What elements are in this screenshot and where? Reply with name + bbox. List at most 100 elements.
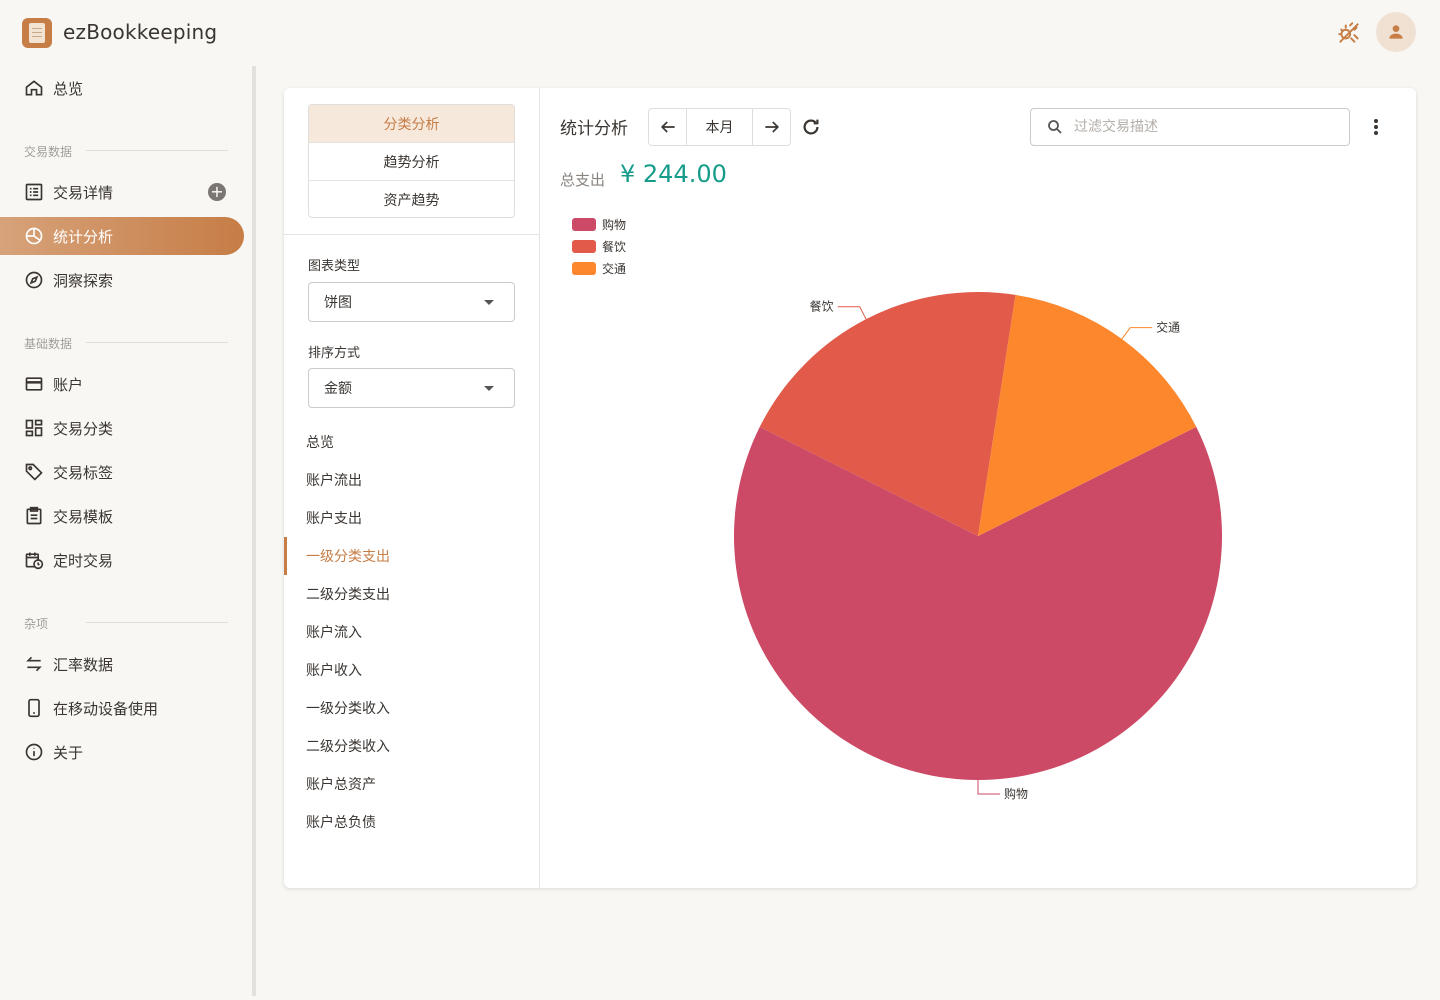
total-expense-label: 总支出 <box>560 171 606 189</box>
calendar-clock-icon <box>24 550 44 570</box>
home-icon <box>24 78 44 98</box>
current-period-button[interactable]: 本月 <box>686 109 753 145</box>
section-label-transactions: 交易数据 <box>24 145 73 159</box>
credit-card-icon <box>24 374 44 394</box>
statistics-options-panel: 分类分析 趋势分析 资产趋势 图表类型 饼图 排序方式 金额 总览 账户流出 账… <box>284 88 540 888</box>
stat-item-account-expense[interactable]: 账户支出 <box>284 499 539 537</box>
tab-asset-trend[interactable]: 资产趋势 <box>309 181 514 217</box>
compass-icon <box>24 270 44 290</box>
search-input[interactable] <box>1074 119 1324 135</box>
section-divider <box>86 150 228 151</box>
section-divider <box>86 622 228 623</box>
legend-label-2[interactable]: 交通 <box>602 261 626 276</box>
sidebar-divider <box>252 66 256 996</box>
slice-label-0: 购物 <box>1004 786 1028 801</box>
sidebar-item-label: 汇率数据 <box>53 655 114 674</box>
sidebar-item-overview[interactable]: 总览 <box>0 69 244 107</box>
legend-label-1[interactable]: 餐饮 <box>602 239 626 254</box>
sidebar-item-tags[interactable]: 交易标签 <box>0 453 244 491</box>
page-title: 统计分析 <box>560 119 628 139</box>
section-label-misc: 杂项 <box>24 617 49 631</box>
theme-toggle-icon[interactable] <box>1336 20 1362 46</box>
sidebar-item-label: 洞察探索 <box>53 271 114 290</box>
panel-divider <box>284 234 540 235</box>
sidebar-item-label: 统计分析 <box>53 227 114 246</box>
stat-item-overview[interactable]: 总览 <box>284 423 539 461</box>
sidebar-item-accounts[interactable]: 账户 <box>0 365 244 403</box>
statistics-card: 分类分析 趋势分析 资产趋势 图表类型 饼图 排序方式 金额 总览 账户流出 账… <box>284 88 1416 888</box>
sidebar-item-templates[interactable]: 交易模板 <box>0 497 244 535</box>
analysis-tab-group: 分类分析 趋势分析 资产趋势 <box>308 104 515 218</box>
sidebar-item-insights[interactable]: 洞察探索 <box>0 261 244 299</box>
stat-item-secondary-category-income[interactable]: 二级分类收入 <box>284 727 539 765</box>
pie-chart-icon <box>24 226 44 246</box>
slice-leader-line-2 <box>1121 327 1153 340</box>
arrow-left-icon <box>660 121 675 133</box>
tab-trend-analysis[interactable]: 趋势分析 <box>309 143 514 181</box>
next-period-button[interactable] <box>753 109 790 145</box>
section-label-basic: 基础数据 <box>24 337 73 351</box>
sidebar-item-scheduled[interactable]: 定时交易 <box>0 541 244 579</box>
arrow-right-icon <box>764 121 779 133</box>
clipboard-icon <box>24 506 44 526</box>
sidebar-item-label: 定时交易 <box>53 551 114 570</box>
more-vertical-icon[interactable] <box>1366 116 1386 138</box>
sidebar-item-categories[interactable]: 交易分类 <box>0 409 244 447</box>
slice-leader-line-0 <box>977 780 1000 795</box>
sidebar-item-exchange-rates[interactable]: 汇率数据 <box>0 645 244 683</box>
slice-leader-line-1 <box>837 306 867 320</box>
section-divider <box>86 342 228 343</box>
sidebar-item-label: 账户 <box>53 375 84 394</box>
caret-down-icon <box>484 386 494 391</box>
refresh-icon[interactable] <box>800 116 822 138</box>
sidebar-item-transaction-details[interactable]: 交易详情 + <box>0 173 244 211</box>
info-icon <box>24 742 44 762</box>
stat-item-account-income[interactable]: 账户收入 <box>284 651 539 689</box>
search-icon <box>1048 120 1062 134</box>
sidebar-item-label: 交易分类 <box>53 419 114 438</box>
chart-type-select[interactable]: 饼图 <box>308 282 515 322</box>
add-transaction-button[interactable]: + <box>208 183 226 201</box>
legend-label-0[interactable]: 购物 <box>602 217 626 232</box>
stat-item-secondary-category-expense[interactable]: 二级分类支出 <box>284 575 539 613</box>
chart-type-label: 图表类型 <box>308 259 361 274</box>
sidebar-item-label: 交易标签 <box>53 463 114 482</box>
tag-icon <box>24 462 44 482</box>
sidebar-item-label: 交易详情 <box>53 183 114 202</box>
sidebar-item-label: 在移动设备使用 <box>53 699 159 718</box>
slice-label-2: 交通 <box>1156 320 1180 335</box>
search-field[interactable] <box>1030 108 1350 146</box>
sidebar-item-about[interactable]: 关于 <box>0 733 244 771</box>
caret-down-icon <box>484 300 494 305</box>
stat-item-total-assets[interactable]: 账户总资产 <box>284 765 539 803</box>
pie-chart: 购物餐饮交通购物餐饮交通 <box>572 217 1222 801</box>
legend-swatch-0[interactable] <box>572 218 596 231</box>
stat-item-total-liabilities[interactable]: 账户总负债 <box>284 803 539 841</box>
list-icon <box>24 182 44 202</box>
avatar[interactable] <box>1376 12 1416 52</box>
stat-item-primary-category-expense[interactable]: 一级分类支出 <box>284 537 539 575</box>
previous-period-button[interactable] <box>649 109 686 145</box>
sidebar-item-label: 关于 <box>53 743 84 762</box>
sort-value: 金额 <box>324 381 352 397</box>
total-expense-value: ¥ 244.00 <box>620 160 727 188</box>
grid-icon <box>24 418 44 438</box>
stat-item-account-inflow[interactable]: 账户流入 <box>284 613 539 651</box>
sort-select[interactable]: 金额 <box>308 368 515 408</box>
stat-item-account-outflow[interactable]: 账户流出 <box>284 461 539 499</box>
swap-icon <box>24 654 44 674</box>
sidebar-item-statistics[interactable]: 统计分析 <box>0 217 244 255</box>
phone-icon <box>24 698 44 718</box>
sort-label: 排序方式 <box>308 346 361 361</box>
stat-item-primary-category-income[interactable]: 一级分类收入 <box>284 689 539 727</box>
sidebar-item-mobile[interactable]: 在移动设备使用 <box>0 689 244 727</box>
app-title: ezBookkeeping <box>63 20 218 44</box>
slice-label-1: 餐饮 <box>810 299 834 314</box>
legend-swatch-2[interactable] <box>572 262 596 275</box>
date-range-nav: 本月 <box>648 108 791 146</box>
chart-type-value: 饼图 <box>324 295 352 311</box>
tab-category-analysis[interactable]: 分类分析 <box>309 105 514 143</box>
sidebar-item-label: 总览 <box>53 79 84 98</box>
app-logo <box>22 18 52 48</box>
legend-swatch-1[interactable] <box>572 240 596 253</box>
